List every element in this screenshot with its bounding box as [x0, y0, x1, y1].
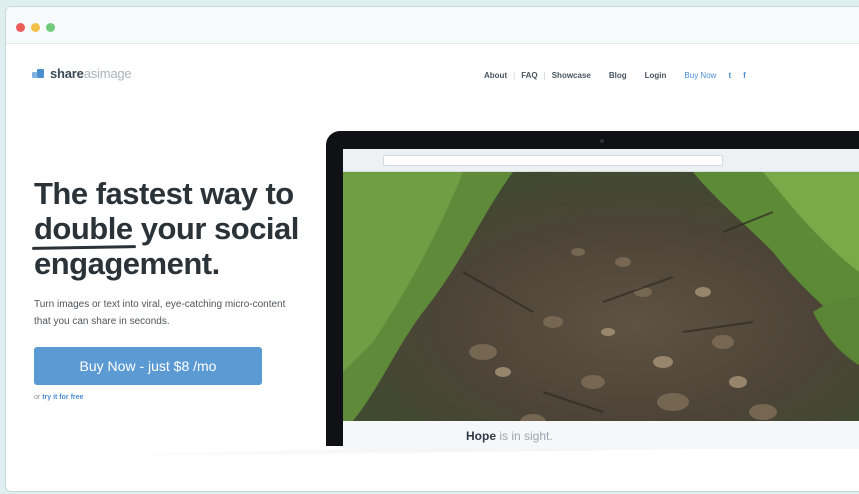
mockup-browser-bar — [343, 149, 859, 172]
hero-headline: The fastest way to double your social en… — [34, 176, 299, 281]
try-prefix: or — [34, 394, 41, 401]
logo-text-light: asimage — [83, 66, 132, 81]
headline-line-1: The fastest way to — [34, 176, 294, 211]
headline-emphasis: double — [34, 211, 133, 246]
logo-text-bold: share — [50, 66, 84, 81]
nav-separator: | — [543, 71, 546, 80]
nav-blog[interactable]: Blog — [609, 71, 627, 80]
headline-line-2: double your social — [34, 211, 299, 246]
nav-showcase[interactable]: Showcase — [552, 71, 591, 80]
page-content: shareasimage About | FAQ | Showcase Blog… — [6, 44, 859, 491]
hero-subtitle: Turn images or text into viral, eye-catc… — [34, 299, 286, 327]
maximize-window-button[interactable] — [46, 23, 55, 32]
mockup-caption-bar: Hope is in sight. — [343, 421, 859, 449]
nav-separator: | — [513, 71, 516, 80]
forest-floor-image — [343, 172, 859, 449]
buy-now-button[interactable]: Buy Now - just $8 /mo — [34, 347, 262, 385]
browser-window: shareasimage About | FAQ | Showcase Blog… — [5, 6, 859, 492]
caption-bold: Hope — [466, 429, 496, 443]
forest-floor-photo — [343, 172, 859, 449]
nav-faq[interactable]: FAQ — [521, 71, 537, 80]
top-nav: About | FAQ | Showcase Blog Login Buy No… — [484, 71, 746, 80]
window-titlebar — [6, 7, 859, 44]
logo-icon — [32, 68, 45, 79]
laptop-mockup: Hope is in sight. — [326, 131, 859, 449]
camera-icon — [600, 139, 604, 143]
laptop-screen: Hope is in sight. — [343, 149, 859, 449]
nav-buy-now[interactable]: Buy Now — [684, 71, 716, 80]
nav-login[interactable]: Login — [645, 71, 667, 80]
headline-line-2-rest: your social — [132, 211, 300, 246]
try-free-line: or try it for free — [34, 394, 83, 401]
try-free-link[interactable]: try it for free — [42, 394, 83, 401]
facebook-icon[interactable]: f — [743, 71, 746, 80]
twitter-icon[interactable]: t — [728, 71, 731, 80]
minimize-window-button[interactable] — [31, 23, 40, 32]
close-window-button[interactable] — [16, 23, 25, 32]
headline-line-3: engagement. — [34, 246, 220, 281]
nav-about[interactable]: About — [484, 71, 507, 80]
mockup-caption: Hope is in sight. — [466, 429, 553, 443]
logo-text: shareasimage — [50, 66, 132, 81]
brand-logo[interactable]: shareasimage — [32, 66, 132, 81]
mockup-url-bar — [383, 155, 723, 166]
caption-light: is in sight. — [496, 429, 553, 443]
